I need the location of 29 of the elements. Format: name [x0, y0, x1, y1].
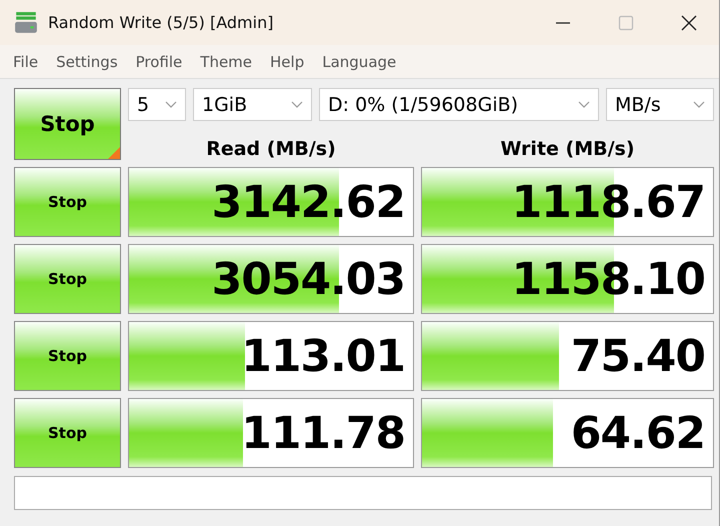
chevron-down-icon [693, 100, 705, 108]
menu-item[interactable]: File [13, 52, 38, 70]
window-title: Random Write (5/5) [Admin] [48, 13, 274, 32]
menu-item[interactable]: Profile [136, 52, 182, 70]
menu-item[interactable]: Theme [200, 52, 252, 70]
stop-all-button[interactable]: Stop [14, 88, 121, 160]
menu-item[interactable]: Language [322, 52, 396, 70]
column-header: Read (MB/s) [205, 138, 337, 160]
stop-button[interactable]: Stop [14, 398, 121, 468]
menu-item[interactable]: Settings [56, 52, 118, 70]
menu-item[interactable]: Help [270, 52, 304, 70]
column-header: Write (MB/s) [499, 138, 636, 160]
dropdown[interactable]: D: 0% (1/59608GiB) [319, 88, 599, 121]
close-icon[interactable] [681, 14, 697, 30]
app-icon [14, 12, 38, 34]
chevron-down-icon [578, 100, 590, 108]
stop-button[interactable]: Stop [14, 167, 121, 237]
dropdown[interactable]: MB/s [606, 88, 714, 121]
stop-button[interactable]: Stop [14, 244, 121, 314]
result-value: 64.62 [570, 408, 706, 458]
corner-triangle-icon [108, 147, 120, 159]
chevron-down-icon [165, 100, 177, 108]
result-value: 75.40 [570, 330, 706, 382]
dropdown[interactable]: 1GiB [193, 88, 312, 121]
result-value: 111.78 [241, 408, 406, 458]
stop-button[interactable]: Stop [14, 321, 121, 391]
dropdown[interactable]: 5 [128, 88, 186, 121]
result-value: 113.01 [241, 330, 406, 382]
chevron-down-icon [291, 100, 303, 108]
